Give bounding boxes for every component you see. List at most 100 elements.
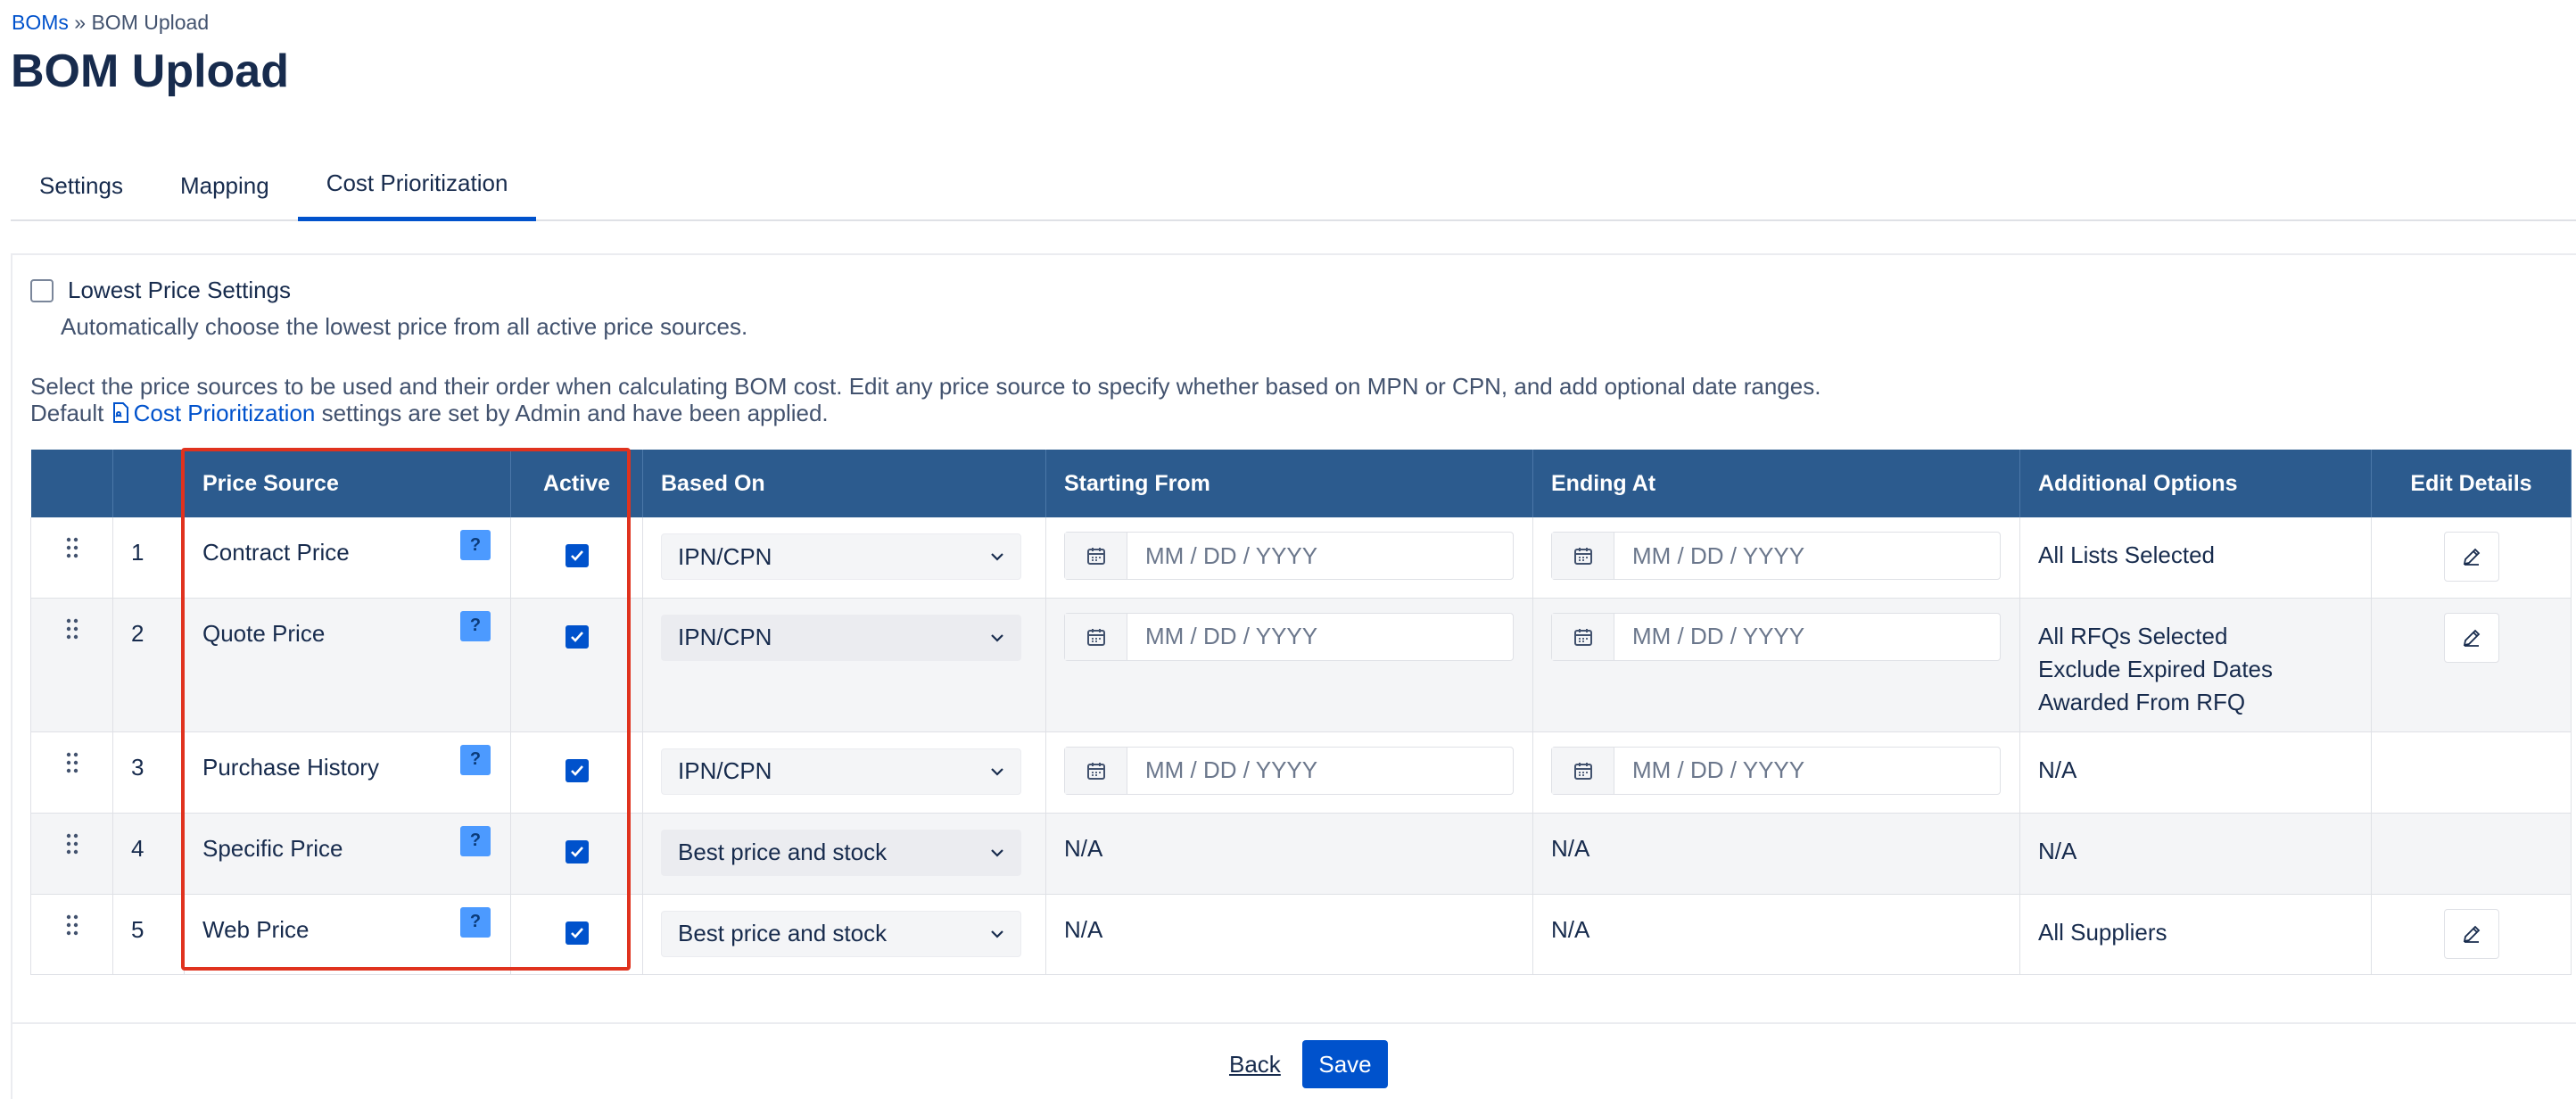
price-source-name: Web Price (202, 915, 310, 943)
save-button[interactable]: Save (1302, 1040, 1388, 1088)
checkmark-icon (570, 846, 583, 857)
additional-options-cell: All Suppliers (2019, 894, 2372, 975)
drag-handle-icon (66, 618, 78, 639)
price-source-name: Contract Price (202, 539, 350, 566)
based-on-select[interactable]: IPN/CPN (661, 533, 1021, 580)
active-checkbox[interactable] (565, 758, 589, 782)
document-link-icon (112, 402, 128, 423)
option-line: N/A (2038, 756, 2077, 783)
instructions: Select the price sources to be used and … (30, 373, 1821, 426)
drag-handle[interactable] (30, 517, 113, 599)
active-cell (510, 813, 643, 895)
start-date-input[interactable]: MM / DD / YYYY (1064, 612, 1514, 661)
drag-handle-icon (66, 914, 78, 935)
based-on-select[interactable]: Best price and stock (661, 829, 1021, 876)
row-number: 3 (112, 731, 185, 814)
help-icon[interactable]: ? (460, 744, 491, 775)
calendar-icon[interactable] (1065, 613, 1127, 660)
chevron-down-icon (991, 633, 1003, 642)
calendar-icon[interactable] (1552, 613, 1614, 660)
start-date-placeholder: MM / DD / YYYY (1145, 756, 1318, 783)
start-date-input[interactable]: MM / DD / YYYY (1064, 532, 1514, 580)
instructions-suffix: settings are set by Admin and have been … (321, 400, 829, 426)
start-date-input[interactable]: MM / DD / YYYY (1064, 746, 1514, 795)
additional-options-cell: All Lists Selected (2019, 517, 2372, 599)
active-checkbox[interactable] (565, 921, 589, 945)
ending-at-cell: N/A (1532, 894, 2020, 975)
edit-details-cell (2371, 894, 2572, 975)
based-on-select[interactable]: IPN/CPN (661, 748, 1021, 795)
active-cell (510, 598, 643, 732)
option-line: All Lists Selected (2038, 541, 2215, 568)
breadcrumb-current: BOM Upload (91, 11, 210, 34)
active-cell (510, 731, 643, 814)
edit-details-cell (2371, 731, 2572, 814)
calendar-icon[interactable] (1552, 533, 1614, 579)
page-title: BOM Upload (11, 45, 289, 97)
header-based-on: Based On (642, 450, 1046, 517)
drag-handle[interactable] (30, 894, 113, 975)
table-header-row: Price Source Active Based On Starting Fr… (30, 450, 2572, 517)
help-icon[interactable]: ? (460, 610, 491, 641)
end-date-placeholder: MM / DD / YYYY (1632, 756, 1805, 783)
end-date-placeholder: MM / DD / YYYY (1632, 623, 1805, 649)
edit-button[interactable] (2443, 532, 2499, 582)
active-cell (510, 517, 643, 599)
back-button[interactable]: Back (1229, 1051, 1281, 1078)
edit-button[interactable] (2443, 612, 2499, 663)
active-checkbox[interactable] (565, 544, 589, 567)
option-line: All RFQs Selected (2038, 622, 2228, 649)
cost-prioritization-link[interactable]: Cost Prioritization (111, 400, 315, 426)
table-row: 4 Specific Price ? Best price and stock (30, 813, 2572, 895)
option-line: All Suppliers (2038, 918, 2167, 946)
chevron-down-icon (991, 767, 1003, 776)
drag-handle-icon (66, 752, 78, 773)
breadcrumb-link-boms[interactable]: BOMs (12, 11, 69, 34)
end-date-input[interactable]: MM / DD / YYYY (1551, 746, 2001, 795)
end-date-input[interactable]: MM / DD / YYYY (1551, 532, 2001, 580)
help-icon[interactable]: ? (460, 530, 491, 560)
active-checkbox[interactable] (565, 624, 589, 649)
header-active: Active (510, 450, 643, 517)
tab-bar: Settings Mapping Cost Prioritization (11, 157, 2576, 221)
calendar-icon[interactable] (1065, 533, 1127, 579)
ending-at-cell: MM / DD / YYYY (1532, 517, 2020, 599)
calendar-icon[interactable] (1065, 747, 1127, 794)
start-date-placeholder: MM / DD / YYYY (1145, 623, 1318, 649)
drag-handle-icon (66, 537, 78, 558)
help-icon[interactable]: ? (460, 825, 491, 856)
edit-button[interactable] (2443, 908, 2499, 959)
header-number (112, 450, 185, 517)
tab-cost-prioritization[interactable]: Cost Prioritization (297, 157, 537, 221)
instructions-prefix: Default (30, 400, 104, 426)
tab-mapping[interactable]: Mapping (152, 157, 298, 221)
lowest-price-checkbox[interactable] (30, 278, 54, 302)
start-date-placeholder: MM / DD / YYYY (1145, 541, 1318, 569)
row-number: 4 (112, 813, 185, 895)
header-drag (30, 450, 113, 517)
pencil-icon (2463, 548, 2480, 566)
help-icon[interactable]: ? (460, 906, 491, 938)
calendar-icon[interactable] (1552, 747, 1614, 794)
drag-handle[interactable] (30, 598, 113, 732)
active-checkbox[interactable] (565, 839, 589, 864)
drag-handle[interactable] (30, 731, 113, 814)
additional-options-cell: All RFQs Selected Exclude Expired Dates … (2019, 598, 2372, 732)
price-source-cell: Specific Price ? (184, 813, 511, 895)
option-line: Awarded From RFQ (2038, 688, 2246, 715)
drag-handle[interactable] (30, 813, 113, 895)
ending-at-cell: MM / DD / YYYY (1532, 731, 2020, 814)
checkmark-icon (570, 927, 583, 938)
header-additional-options: Additional Options (2019, 450, 2372, 517)
tab-settings[interactable]: Settings (11, 157, 152, 221)
end-date-input[interactable]: MM / DD / YYYY (1551, 612, 2001, 661)
based-on-select[interactable]: IPN/CPN (661, 614, 1021, 661)
price-source-name: Specific Price (202, 834, 343, 862)
price-source-table-wrap: Price Source Active Based On Starting Fr… (30, 450, 2572, 975)
based-on-select[interactable]: Best price and stock (661, 910, 1021, 957)
lowest-price-setting: Lowest Price Settings (30, 277, 291, 304)
starting-from-cell: MM / DD / YYYY (1045, 731, 1533, 814)
option-line: Exclude Expired Dates (2038, 655, 2274, 682)
row-number: 1 (112, 517, 185, 599)
price-source-cell: Web Price ? (184, 894, 511, 975)
